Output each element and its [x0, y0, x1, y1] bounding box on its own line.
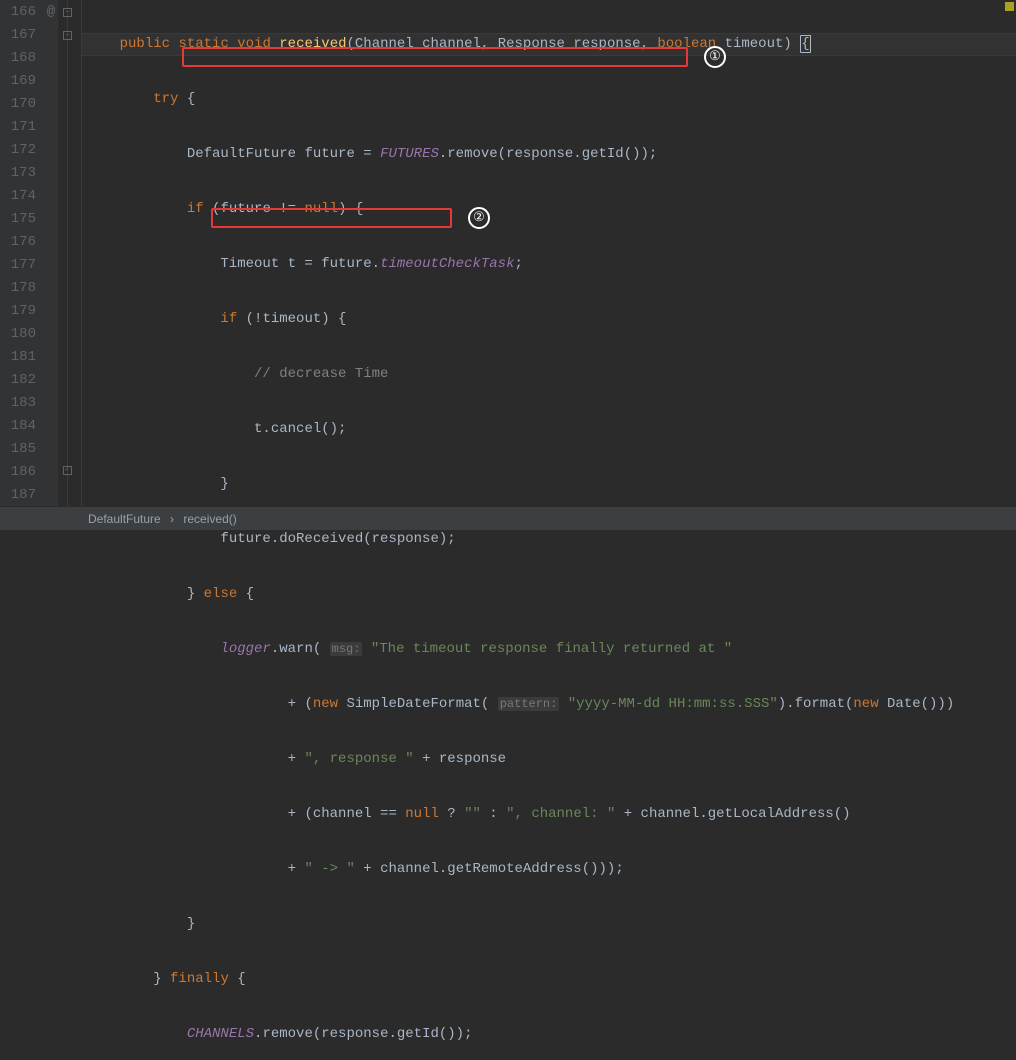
- line-number: 172: [0, 139, 44, 162]
- line-number: 171: [0, 116, 44, 139]
- code-line[interactable]: future.doReceived(response);: [86, 528, 1016, 551]
- code-line[interactable]: if (future != null) {: [86, 198, 1016, 221]
- code-line[interactable]: Timeout t = future.timeoutCheckTask;: [86, 253, 1016, 276]
- fold-minus-icon[interactable]: −: [63, 31, 72, 40]
- code-line[interactable]: public static void received(Channel chan…: [86, 33, 1016, 56]
- code-line[interactable]: }: [86, 913, 1016, 936]
- fold-column[interactable]: − − ┘: [58, 0, 82, 506]
- line-number: 168: [0, 47, 44, 70]
- line-number: 180: [0, 323, 44, 346]
- fold-minus-icon[interactable]: −: [63, 8, 72, 17]
- line-number-gutter: 166 167 168 169 170 171 172 173 174 175 …: [0, 0, 44, 506]
- code-line[interactable]: // decrease Time: [86, 363, 1016, 386]
- vcs-marker: @: [44, 1, 58, 24]
- code-line[interactable]: if (!timeout) {: [86, 308, 1016, 331]
- code-editor[interactable]: 166 167 168 169 170 171 172 173 174 175 …: [0, 0, 1016, 506]
- line-number: 184: [0, 415, 44, 438]
- code-line[interactable]: } else {: [86, 583, 1016, 606]
- line-number: 187: [0, 484, 44, 507]
- line-number: 178: [0, 277, 44, 300]
- line-number: 183: [0, 392, 44, 415]
- line-number: 182: [0, 369, 44, 392]
- code-area[interactable]: public static void received(Channel chan…: [82, 0, 1016, 506]
- caret-icon: [810, 35, 811, 52]
- code-line[interactable]: } finally {: [86, 968, 1016, 991]
- code-line[interactable]: try {: [86, 88, 1016, 111]
- code-line[interactable]: logger.warn( msg: "The timeout response …: [86, 638, 1016, 661]
- line-number: 177: [0, 254, 44, 277]
- warning-stripe-icon[interactable]: [1005, 2, 1014, 11]
- code-line[interactable]: }: [86, 473, 1016, 496]
- code-line[interactable]: CHANNELS.remove(response.getId());: [86, 1023, 1016, 1046]
- fold-end-icon[interactable]: ┘: [63, 466, 72, 475]
- code-line[interactable]: + (channel == null ? "" : ", channel: " …: [86, 803, 1016, 826]
- code-line[interactable]: + ", response " + response: [86, 748, 1016, 771]
- line-number: 167: [0, 24, 44, 47]
- code-line[interactable]: + " -> " + channel.getRemoteAddress()));: [86, 858, 1016, 881]
- line-number: 181: [0, 346, 44, 369]
- line-number: 169: [0, 70, 44, 93]
- line-number: 166: [0, 1, 44, 24]
- line-number: 170: [0, 93, 44, 116]
- line-number: 186: [0, 461, 44, 484]
- code-line[interactable]: + (new SimpleDateFormat( pattern: "yyyy-…: [86, 693, 1016, 716]
- line-number: 175: [0, 208, 44, 231]
- code-line[interactable]: t.cancel();: [86, 418, 1016, 441]
- vcs-column: @: [44, 0, 58, 506]
- line-number: 173: [0, 162, 44, 185]
- line-number: 179: [0, 300, 44, 323]
- code-line[interactable]: DefaultFuture future = FUTURES.remove(re…: [86, 143, 1016, 166]
- line-number: 176: [0, 231, 44, 254]
- line-number: 185: [0, 438, 44, 461]
- line-number: 174: [0, 185, 44, 208]
